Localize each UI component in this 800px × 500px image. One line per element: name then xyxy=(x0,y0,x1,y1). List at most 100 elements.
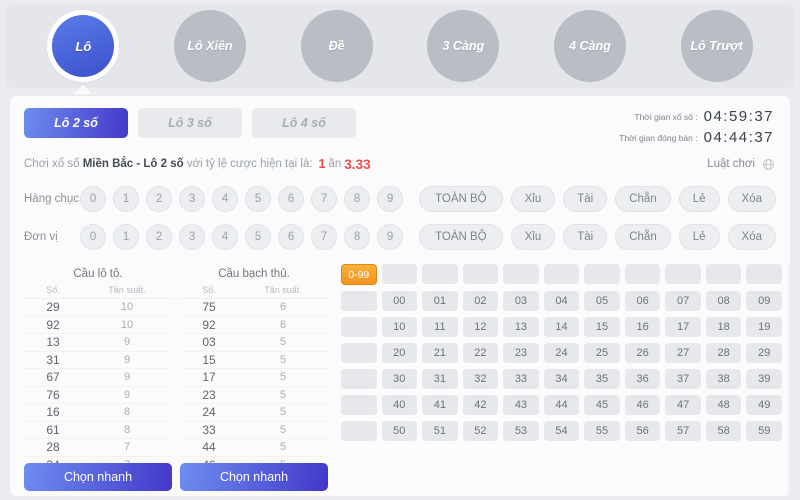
grid-lead-blank-cell[interactable] xyxy=(341,317,377,337)
bet-subtab-2[interactable]: Lô 3 số xyxy=(138,108,242,138)
grid-number-cell-28[interactable]: 28 xyxy=(705,343,742,363)
grid-number-cell-49[interactable]: 49 xyxy=(746,395,782,415)
op-button-tài[interactable]: Tài xyxy=(563,186,608,212)
grid-number-cell-20[interactable]: 20 xyxy=(381,343,418,363)
grid-number-cell-39[interactable]: 39 xyxy=(746,369,782,389)
grid-lead-blank-cell[interactable] xyxy=(341,395,377,415)
grid-number-cell-52[interactable]: 52 xyxy=(462,421,499,441)
grid-number-cell-58[interactable]: 58 xyxy=(705,421,742,441)
grid-number-cell-05[interactable]: 05 xyxy=(584,291,620,311)
grid-number-cell-11[interactable]: 11 xyxy=(422,317,458,337)
grid-number-cell-54[interactable]: 54 xyxy=(543,421,580,441)
table-row[interactable]: 31 9 xyxy=(24,352,172,369)
game-tab-1[interactable]: Lô xyxy=(42,10,124,94)
quick-pick-button[interactable]: Chọn nhanh xyxy=(180,463,328,491)
digit-button-9[interactable]: 9 xyxy=(377,224,404,250)
table-row[interactable]: 15 5 xyxy=(180,352,328,369)
op-button-chẵn[interactable]: Chẵn xyxy=(615,186,671,212)
digit-button-7[interactable]: 7 xyxy=(311,186,338,212)
grid-number-cell-57[interactable]: 57 xyxy=(665,421,701,441)
grid-number-cell-32[interactable]: 32 xyxy=(462,369,499,389)
grid-number-cell-35[interactable]: 35 xyxy=(584,369,620,389)
grid-number-cell-53[interactable]: 53 xyxy=(503,421,539,441)
op-button-chẵn[interactable]: Chẵn xyxy=(615,224,671,250)
op-button-tài[interactable]: Tài xyxy=(563,224,608,250)
rules-link[interactable]: Luật chơi xyxy=(707,157,776,172)
digit-button-3[interactable]: 3 xyxy=(179,186,206,212)
digit-button-2[interactable]: 2 xyxy=(146,186,173,212)
table-row[interactable]: 03 5 xyxy=(180,334,328,352)
bet-subtab-1[interactable]: Lô 2 số xyxy=(24,108,128,138)
grid-number-cell-00[interactable]: 00 xyxy=(381,291,418,311)
grid-number-cell-43[interactable]: 43 xyxy=(503,395,539,415)
op-button-xóa[interactable]: Xóa xyxy=(727,224,776,250)
grid-number-cell-23[interactable]: 23 xyxy=(503,343,539,363)
op-button-xỉu[interactable]: Xỉu xyxy=(510,224,556,250)
grid-number-cell-19[interactable]: 19 xyxy=(746,317,782,337)
grid-number-cell-07[interactable]: 07 xyxy=(665,291,701,311)
grid-number-cell-33[interactable]: 33 xyxy=(503,369,539,389)
op-button-toàn-bộ[interactable]: TOÀN BỘ xyxy=(419,224,503,250)
digit-button-6[interactable]: 6 xyxy=(278,224,305,250)
table-row[interactable]: 92 10 xyxy=(24,317,172,334)
digit-button-3[interactable]: 3 xyxy=(179,224,206,250)
grid-number-cell-47[interactable]: 47 xyxy=(665,395,701,415)
bet-subtab-3[interactable]: Lô 4 số xyxy=(252,108,356,138)
grid-header-blank-cell[interactable] xyxy=(543,264,580,284)
table-row[interactable]: 44 5 xyxy=(180,439,328,457)
digit-button-7[interactable]: 7 xyxy=(311,224,338,250)
table-row[interactable]: 67 9 xyxy=(24,369,172,387)
table-row[interactable]: 28 7 xyxy=(24,439,172,457)
grid-number-cell-03[interactable]: 03 xyxy=(503,291,539,311)
table-row[interactable]: 23 5 xyxy=(180,387,328,404)
game-tab-3[interactable]: Đề xyxy=(296,10,378,82)
grid-lead-blank-cell[interactable] xyxy=(341,291,377,311)
table-row[interactable]: 76 9 xyxy=(24,387,172,404)
grid-header-blank-cell[interactable] xyxy=(665,264,701,284)
grid-number-cell-41[interactable]: 41 xyxy=(422,395,458,415)
grid-number-cell-30[interactable]: 30 xyxy=(381,369,418,389)
grid-number-cell-09[interactable]: 09 xyxy=(746,291,782,311)
digit-button-8[interactable]: 8 xyxy=(344,224,371,250)
digit-button-5[interactable]: 5 xyxy=(245,186,272,212)
grid-number-cell-17[interactable]: 17 xyxy=(665,317,701,337)
grid-number-cell-38[interactable]: 38 xyxy=(705,369,742,389)
grid-number-cell-59[interactable]: 59 xyxy=(746,421,782,441)
grid-number-cell-04[interactable]: 04 xyxy=(543,291,580,311)
grid-header-blank-cell[interactable] xyxy=(746,264,782,284)
quick-pick-button[interactable]: Chọn nhanh xyxy=(24,463,172,491)
op-button-lẻ[interactable]: Lẻ xyxy=(678,224,720,250)
table-row[interactable]: 61 8 xyxy=(24,422,172,439)
grid-number-cell-01[interactable]: 01 xyxy=(422,291,458,311)
grid-number-cell-45[interactable]: 45 xyxy=(584,395,620,415)
grid-header-blank-cell[interactable] xyxy=(624,264,661,284)
game-tab-4[interactable]: 3 Càng xyxy=(422,10,504,82)
table-row[interactable]: 75 6 xyxy=(180,299,328,317)
grid-number-cell-21[interactable]: 21 xyxy=(422,343,458,363)
table-row[interactable]: 16 8 xyxy=(24,404,172,422)
grid-number-cell-10[interactable]: 10 xyxy=(381,317,418,337)
grid-number-cell-51[interactable]: 51 xyxy=(422,421,458,441)
grid-number-cell-24[interactable]: 24 xyxy=(543,343,580,363)
op-button-lẻ[interactable]: Lẻ xyxy=(678,186,720,212)
grid-lead-blank-cell[interactable] xyxy=(341,369,377,389)
table-row[interactable]: 17 5 xyxy=(180,369,328,387)
op-button-xỉu[interactable]: Xỉu xyxy=(510,186,556,212)
op-button-xóa[interactable]: Xóa xyxy=(727,186,776,212)
digit-button-5[interactable]: 5 xyxy=(245,224,272,250)
table-row[interactable]: 13 9 xyxy=(24,334,172,352)
grid-number-cell-36[interactable]: 36 xyxy=(624,369,661,389)
game-tab-2[interactable]: Lô Xiên xyxy=(169,10,251,82)
grid-range-button[interactable]: 0-99 xyxy=(341,264,377,285)
grid-number-cell-16[interactable]: 16 xyxy=(624,317,661,337)
grid-lead-blank-cell[interactable] xyxy=(341,421,377,441)
grid-header-blank-cell[interactable] xyxy=(705,264,742,284)
game-tab-6[interactable]: Lô Trượt xyxy=(676,10,758,82)
digit-button-0[interactable]: 0 xyxy=(80,224,107,250)
grid-number-cell-15[interactable]: 15 xyxy=(584,317,620,337)
grid-lead-blank-cell[interactable] xyxy=(341,343,377,363)
grid-number-cell-37[interactable]: 37 xyxy=(665,369,701,389)
grid-number-cell-55[interactable]: 55 xyxy=(584,421,620,441)
grid-header-blank-cell[interactable] xyxy=(584,264,620,284)
digit-button-2[interactable]: 2 xyxy=(146,224,173,250)
